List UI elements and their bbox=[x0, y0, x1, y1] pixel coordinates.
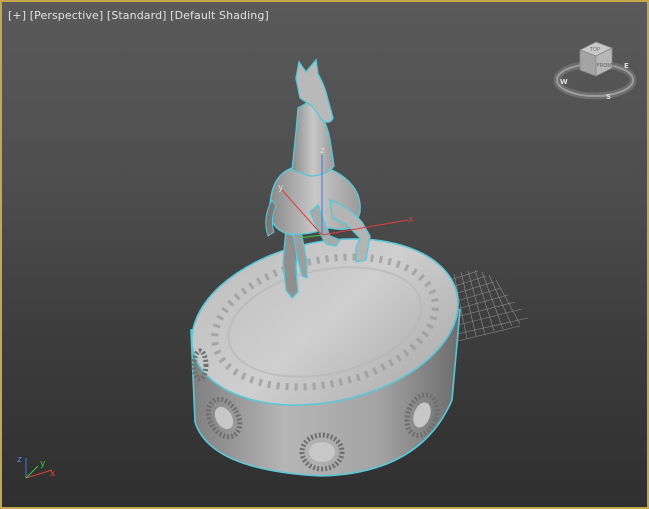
gizmo-x-label: x bbox=[408, 215, 414, 225]
gizmo-y-label: y bbox=[278, 183, 284, 193]
viewport-view-label[interactable]: [Perspective] bbox=[30, 9, 104, 22]
axis-z-label: z bbox=[17, 455, 22, 465]
viewport-label-menu: [+] [Perspective] [Standard] [Default Sh… bbox=[8, 9, 269, 22]
round-pedestal-model[interactable] bbox=[176, 216, 473, 477]
viewcube-top-label: TOP bbox=[589, 47, 600, 53]
viewcube-icon[interactable]: TOP FRONT W S E bbox=[550, 28, 640, 104]
compass-west-label[interactable]: W bbox=[560, 78, 568, 86]
compass-south-label[interactable]: S bbox=[606, 93, 611, 101]
axis-tripod-icon: x y z bbox=[17, 455, 56, 479]
axis-y-label: y bbox=[40, 459, 46, 469]
viewport-render-mode-label[interactable]: [Standard] bbox=[107, 9, 167, 22]
gizmo-z-label: z bbox=[320, 146, 325, 156]
axis-x-label: x bbox=[50, 469, 56, 479]
viewport-general-menu[interactable]: [+] bbox=[8, 9, 26, 22]
compass-east-label[interactable]: E bbox=[624, 62, 629, 70]
viewport-shading-label[interactable]: [Default Shading] bbox=[170, 9, 269, 22]
perspective-viewport[interactable]: z x y x y z [+] [Perspective] [Standard]… bbox=[0, 0, 649, 509]
viewcube-front-label: FRONT bbox=[597, 63, 615, 69]
